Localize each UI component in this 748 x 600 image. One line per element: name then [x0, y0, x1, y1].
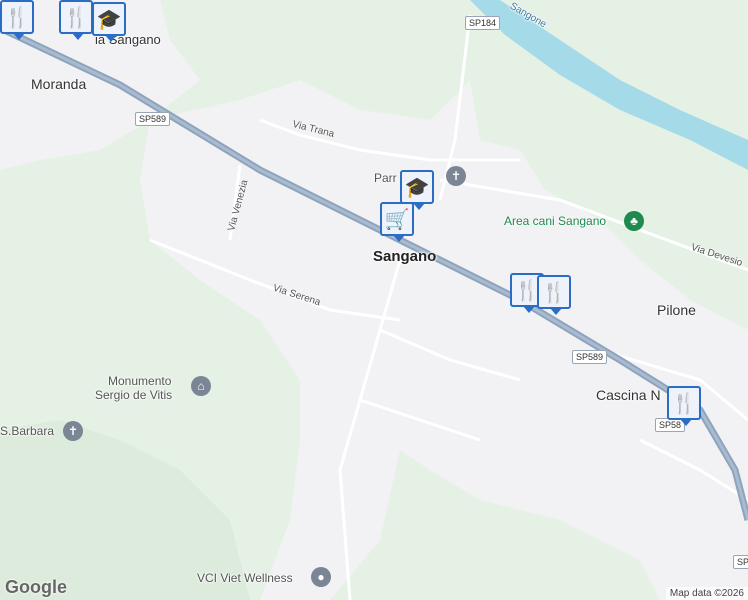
restaurant-pin-icon[interactable]: 🍴	[537, 275, 571, 315]
tree-icon[interactable]: ♣	[624, 211, 644, 231]
school-pin-icon[interactable]: 🎓	[92, 2, 126, 42]
road-shield-sp5: SP5	[733, 555, 748, 569]
road-shield-sp589: SP589	[572, 350, 608, 364]
school-pin-icon[interactable]: 🎓	[400, 170, 434, 210]
poi-vci: VCI Viet Wellness	[197, 571, 293, 585]
place-pilone: Pilone	[657, 302, 696, 318]
urban-area-sangano	[140, 80, 748, 600]
poi-monumento-line2: Sergio de Vitis	[95, 388, 173, 402]
road-shield-sp589: SP589	[135, 112, 171, 126]
map-view[interactable]: Moranda Sangano Pilone Cascina N Parr ia…	[0, 0, 748, 600]
poi-s-barbara: S.Barbara	[0, 424, 55, 438]
restaurant-pin-icon[interactable]: 🍴	[59, 0, 93, 40]
monument-icon[interactable]: ⌂	[191, 376, 211, 396]
poi-area-cani: Area cani Sangano	[504, 214, 607, 228]
church-icon[interactable]: ✝	[63, 421, 83, 441]
google-logo: Google	[5, 577, 67, 597]
place-parr: Parr	[374, 171, 397, 185]
map-base-layer	[0, 0, 748, 600]
restaurant-pin-icon[interactable]: 🍴	[667, 386, 701, 426]
place-moranda: Moranda	[31, 76, 87, 92]
poi-monumento-line1: Monumento	[108, 374, 172, 388]
river-sangone	[470, 0, 748, 170]
shopping-cart-pin-icon[interactable]: 🛒	[380, 202, 414, 242]
place-sangano: Sangano	[373, 248, 437, 265]
church-icon[interactable]: ✝	[446, 166, 466, 186]
map-data-attribution[interactable]: Map data ©2026	[665, 587, 748, 600]
wellness-icon[interactable]: ●	[311, 567, 331, 587]
road-shield-sp184: SP184	[465, 16, 501, 30]
place-cascina: Cascina N	[596, 387, 661, 403]
restaurant-pin-icon[interactable]: 🍴	[0, 0, 34, 40]
